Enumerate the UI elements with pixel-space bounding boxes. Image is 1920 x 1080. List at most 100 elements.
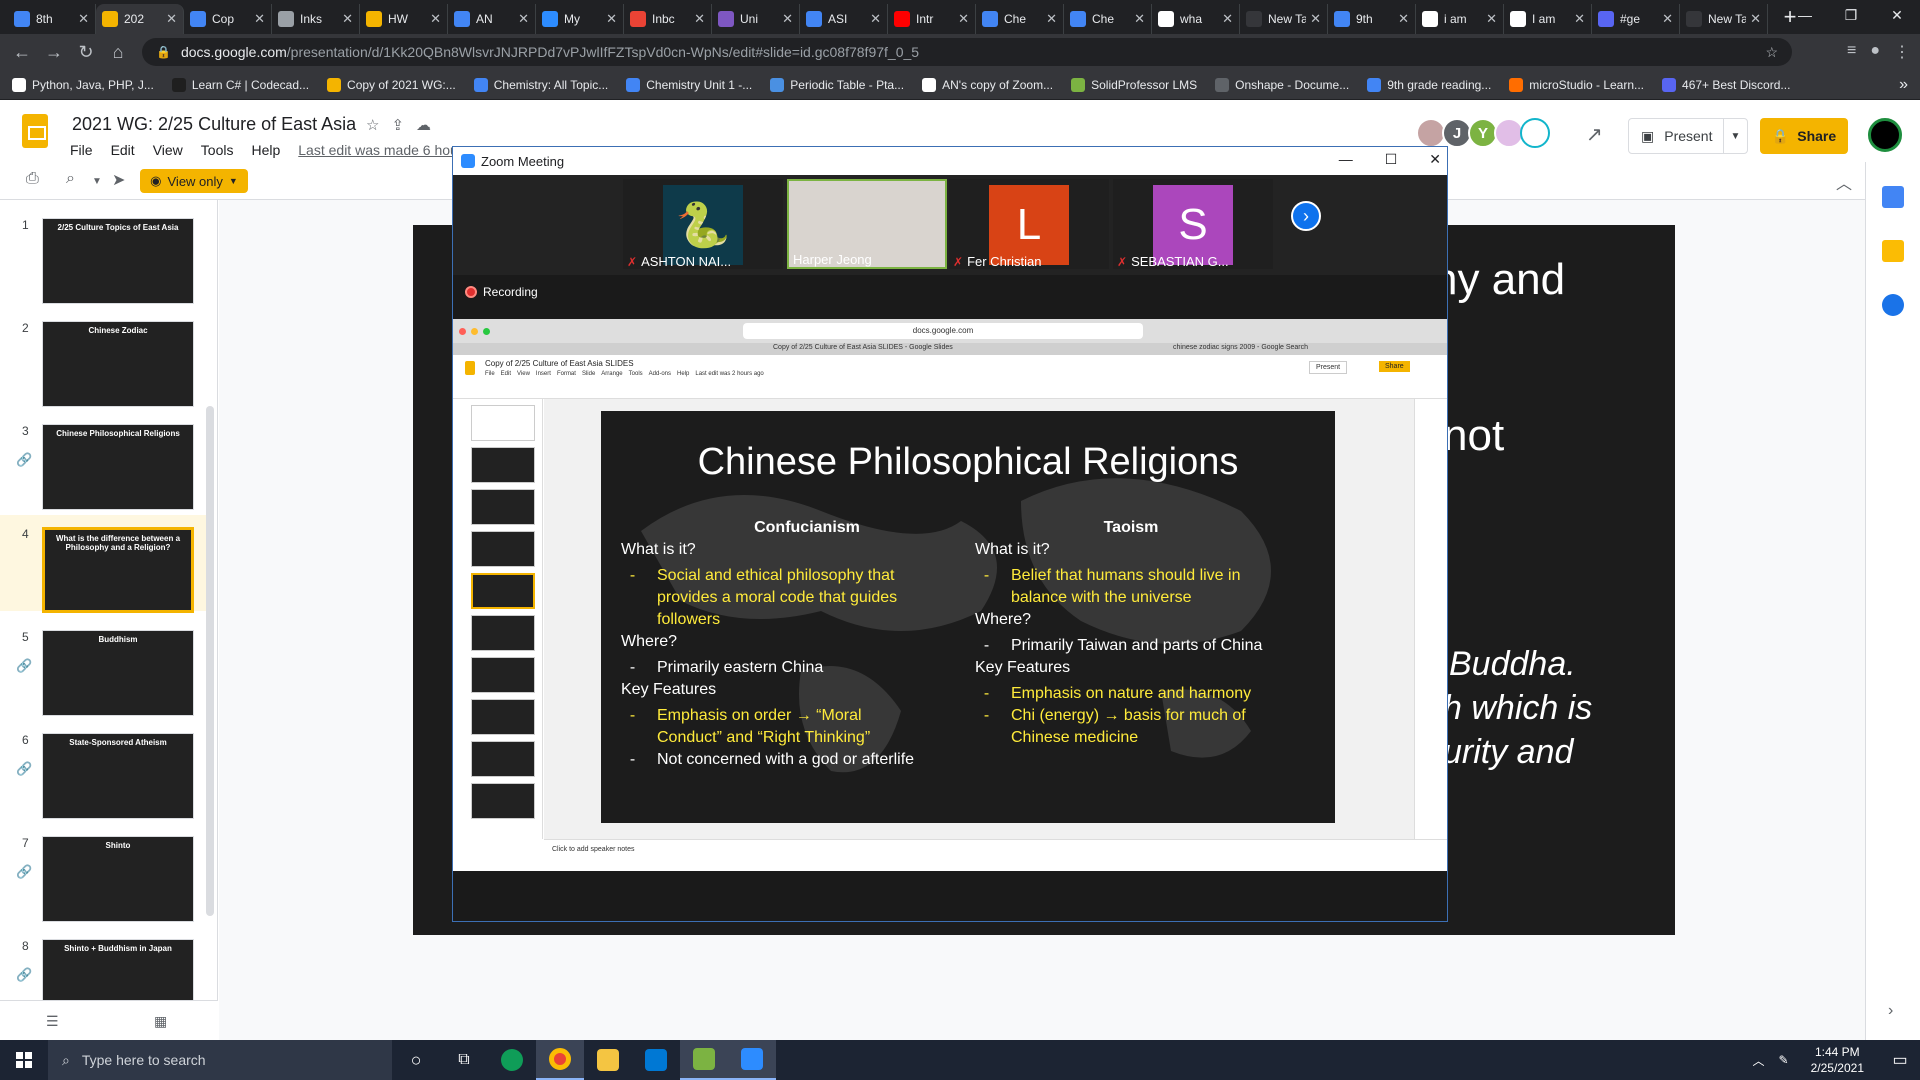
slide-thumbnail[interactable]: Buddhism — [42, 630, 194, 716]
browser-tab[interactable]: ASI ✕ — [800, 4, 888, 34]
browser-tab[interactable]: My ✕ — [536, 4, 624, 34]
select-cursor-icon[interactable]: ➤ — [112, 170, 125, 190]
tab-close-icon[interactable]: ✕ — [870, 11, 881, 27]
tab-close-icon[interactable]: ✕ — [694, 11, 705, 27]
tab-close-icon[interactable]: ✕ — [1662, 11, 1673, 27]
browser-tab[interactable]: Inbc ✕ — [624, 4, 712, 34]
bookmark-item[interactable]: Onshape - Docume... — [1215, 77, 1349, 92]
collapse-toolbar-icon[interactable]: ︿ — [1836, 170, 1852, 194]
grid-view-icon[interactable]: ▦ — [154, 1013, 167, 1030]
mail-icon[interactable] — [632, 1040, 680, 1080]
filmstrip-scrollbar[interactable] — [206, 406, 214, 916]
bookmark-item[interactable]: 9th grade reading... — [1367, 77, 1491, 92]
browser-tab[interactable]: Che ✕ — [1064, 4, 1152, 34]
slide-thumbnail[interactable]: Chinese Philosophical Religions — [42, 424, 194, 510]
slide-thumbnail[interactable]: Chinese Zodiac — [42, 321, 194, 407]
zoom-icon[interactable]: ⌕ — [66, 170, 75, 188]
browser-tab[interactable]: New Tab ✕ — [1240, 4, 1328, 34]
browser-tab[interactable]: AN ✕ — [448, 4, 536, 34]
participant-tile[interactable]: Harper Jeong — [787, 179, 947, 269]
slide-thumbnail-row[interactable]: 2 Chinese Zodiac — [0, 309, 210, 407]
slide-thumbnail-row[interactable]: 1 2/25 Culture Topics of East Asia — [0, 206, 210, 304]
browser-tab[interactable]: Uni ✕ — [712, 4, 800, 34]
bookmark-item[interactable]: Learn C# | Codecad... — [171, 77, 309, 92]
tab-close-icon[interactable]: ✕ — [78, 11, 89, 27]
present-dropdown-icon[interactable]: ▼ — [1723, 119, 1747, 153]
slide-thumbnail[interactable]: Shinto + Buddhism in Japan — [42, 939, 194, 1000]
browser-tab[interactable]: Cop ✕ — [184, 4, 272, 34]
collaborator-avatar[interactable] — [1520, 118, 1550, 148]
bookmark-item[interactable]: Chemistry Unit 1 -... — [626, 77, 752, 92]
tab-close-icon[interactable]: ✕ — [518, 11, 529, 27]
bookmark-item[interactable]: Python, Java, PHP, J... — [12, 77, 154, 92]
browser-tab[interactable]: HW ✕ — [360, 4, 448, 34]
participant-tile[interactable]: 🐍 ✗ ASHTON NAI... — [623, 179, 783, 269]
app-icon[interactable] — [680, 1040, 728, 1080]
address-bar[interactable]: 🔒 docs.google.com /presentation/d/1Kk20Q… — [142, 38, 1792, 66]
menu-help[interactable]: Help — [251, 142, 280, 158]
tab-close-icon[interactable]: ✕ — [1222, 11, 1233, 27]
account-avatar[interactable] — [1868, 118, 1902, 152]
media-icon[interactable]: ≡ — [1847, 42, 1856, 62]
back-icon[interactable]: ← — [6, 42, 38, 63]
minimize-icon[interactable]: — — [1339, 151, 1353, 168]
forward-icon[interactable]: → — [38, 42, 70, 63]
tab-close-icon[interactable]: ✕ — [1750, 11, 1761, 27]
reload-icon[interactable]: ↻ — [70, 42, 102, 63]
star-icon[interactable]: ☆ — [366, 116, 379, 134]
start-button[interactable] — [0, 1040, 48, 1080]
menu-file[interactable]: File — [70, 142, 93, 158]
tab-close-icon[interactable]: ✕ — [1310, 11, 1321, 27]
maximize-icon[interactable]: ☐ — [1385, 151, 1398, 168]
browser-tab[interactable]: New Tab ✕ — [1680, 4, 1768, 34]
print-icon[interactable]: ⎙ — [26, 170, 39, 188]
restore-icon[interactable]: ❐ — [1828, 0, 1874, 30]
slide-thumbnail[interactable]: State-Sponsored Atheism — [42, 733, 194, 819]
tab-close-icon[interactable]: ✕ — [166, 11, 177, 27]
slide-thumbnail[interactable]: Shinto — [42, 836, 194, 922]
bookmark-star-icon[interactable]: ☆ — [1765, 44, 1778, 61]
menu-view[interactable]: View — [153, 142, 183, 158]
browser-tab[interactable]: 8th ✕ — [8, 4, 96, 34]
zoom-dropdown-icon[interactable]: ▼ — [92, 176, 102, 187]
menu-icon[interactable]: ⋮ — [1894, 42, 1910, 62]
move-icon[interactable]: ⇪ — [391, 116, 404, 134]
browser-tab[interactable]: 202 ✕ — [96, 4, 184, 34]
tab-close-icon[interactable]: ✕ — [782, 11, 793, 27]
bookmark-item[interactable]: Chemistry: All Topic... — [473, 77, 608, 92]
expand-panel-icon[interactable]: › — [1888, 1002, 1893, 1020]
bookmark-item[interactable]: SolidProfessor LMS — [1071, 77, 1197, 92]
cloud-status-icon[interactable]: ☁ — [416, 116, 431, 134]
browser-tab[interactable]: Che ✕ — [976, 4, 1064, 34]
profile-icon[interactable]: ● — [1870, 42, 1880, 62]
edge-icon[interactable] — [488, 1040, 536, 1080]
tray-expand-icon[interactable]: ︿ — [1753, 1052, 1765, 1069]
slide-thumbnail-row[interactable]: 7 🔗 Shinto — [0, 824, 210, 922]
tasks-icon[interactable] — [1882, 294, 1904, 316]
tab-close-icon[interactable]: ✕ — [430, 11, 441, 27]
bookmarks-overflow-icon[interactable]: » — [1899, 76, 1908, 94]
tab-close-icon[interactable]: ✕ — [958, 11, 969, 27]
browser-tab[interactable]: Inks ✕ — [272, 4, 360, 34]
file-explorer-icon[interactable] — [584, 1040, 632, 1080]
browser-tab[interactable]: I am ✕ — [1504, 4, 1592, 34]
slide-thumbnail-row[interactable]: 6 🔗 State-Sponsored Atheism — [0, 721, 210, 819]
filmstrip-view-icon[interactable]: ☰ — [46, 1013, 59, 1030]
tab-close-icon[interactable]: ✕ — [1486, 11, 1497, 27]
share-button[interactable]: 🔒 Share — [1760, 118, 1848, 154]
notification-icon[interactable]: ▭ — [1880, 1050, 1920, 1070]
browser-tab[interactable]: 9th ✕ — [1328, 4, 1416, 34]
menu-edit[interactable]: Edit — [111, 142, 135, 158]
document-title[interactable]: 2021 WG: 2/25 Culture of East Asia — [72, 114, 356, 135]
keep-icon[interactable] — [1882, 240, 1904, 262]
browser-tab[interactable]: #ge ✕ — [1592, 4, 1680, 34]
close-icon[interactable]: ✕ — [1874, 0, 1920, 30]
close-icon[interactable]: ✕ — [1429, 151, 1441, 168]
task-view-icon[interactable]: ⧉ — [440, 1040, 488, 1080]
bookmark-item[interactable]: Periodic Table - Pta... — [770, 77, 904, 92]
slide-thumbnail[interactable]: What is the difference between a Philoso… — [42, 527, 194, 613]
activity-dashboard-icon[interactable]: ↗ — [1586, 122, 1603, 147]
home-icon[interactable]: ⌂ — [102, 42, 134, 63]
slide-thumbnail[interactable]: 2/25 Culture Topics of East Asia — [42, 218, 194, 304]
tab-close-icon[interactable]: ✕ — [342, 11, 353, 27]
